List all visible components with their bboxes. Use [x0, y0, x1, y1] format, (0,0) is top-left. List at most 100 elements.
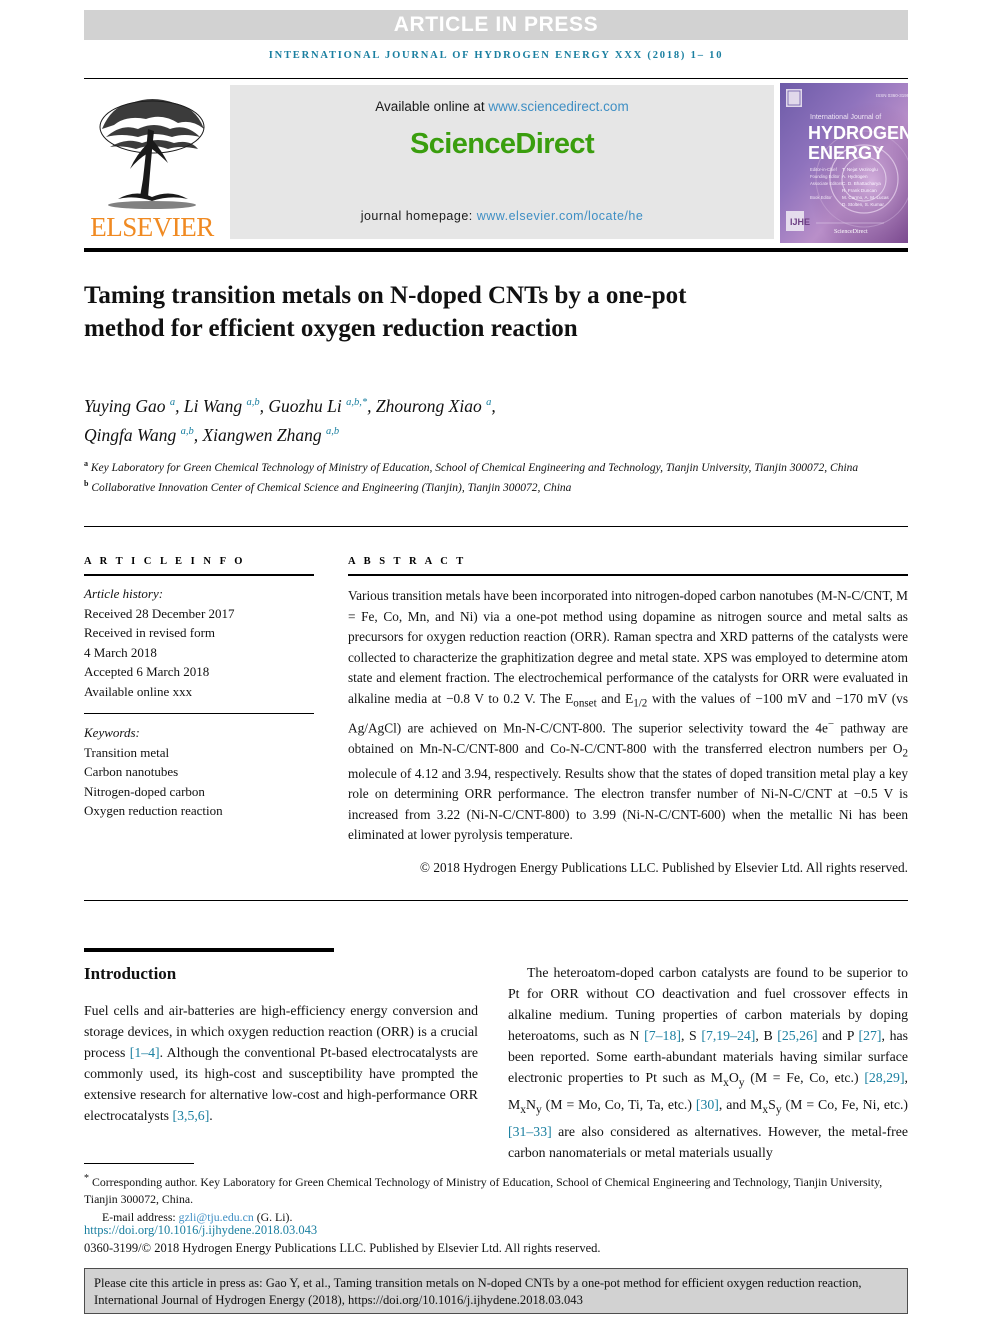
svg-text:Editor-in-Chief: Editor-in-Chief [810, 167, 838, 172]
introduction-column-left: Introduction Fuel cells and air-batterie… [84, 948, 478, 1140]
sciencedirect-panel: Available online at www.sciencedirect.co… [230, 85, 774, 239]
abstract-text: Various transition metals have been inco… [348, 588, 908, 843]
affiliations: a Key Laboratory for Green Chemical Tech… [84, 456, 864, 496]
author-yuying-gao[interactable]: Yuying Gao a [84, 396, 175, 416]
abstract-section-top-divider [84, 526, 908, 528]
abstract-section: A B S T R A C T Various transition metal… [348, 556, 908, 878]
svg-text:ENERGY: ENERGY [808, 143, 884, 163]
article-in-press-label: ARTICLE IN PRESS [393, 13, 599, 36]
article-in-press-banner: ARTICLE IN PRESS [84, 10, 908, 40]
article-info-section: A R T I C L E I N F O Article history: R… [84, 556, 314, 821]
svg-text:Founding Editor: Founding Editor [810, 174, 840, 179]
journal-homepage-label: journal homepage: [360, 209, 477, 223]
citation-ref[interactable]: [25,26] [777, 1028, 817, 1043]
introduction-paragraph-right: The heteroatom-doped carbon catalysts ar… [508, 965, 908, 1160]
affiliation-a: a Key Laboratory for Green Chemical Tech… [84, 456, 864, 476]
article-history-item: Received 28 December 2017 [84, 605, 235, 621]
citation-ref[interactable]: [31–33] [508, 1124, 552, 1139]
journal-cover-image: IJHE ISSN 0360-3199 International Journa… [780, 83, 908, 243]
journal-homepage-link[interactable]: www.elsevier.com/locate/he [477, 209, 644, 223]
author-zhourong-xiao[interactable]: Zhourong Xiao a [376, 396, 491, 416]
svg-text:A. Hydrogen: A. Hydrogen [842, 174, 868, 179]
affiliation-a-text: Key Laboratory for Green Chemical Techno… [90, 461, 859, 474]
svg-text:Associate Editors: Associate Editors [810, 181, 842, 186]
svg-text:C. D. Bhattacharya: C. D. Bhattacharya [842, 181, 881, 186]
citation-ref[interactable]: [3,5,6] [173, 1108, 210, 1123]
citation-ref[interactable]: [28,29] [864, 1070, 904, 1085]
abstract-copyright: © 2018 Hydrogen Energy Publications LLC.… [419, 859, 908, 875]
author-xiangwen-zhang[interactable]: Xiangwen Zhang a,b [202, 425, 339, 445]
author-guozhu-li[interactable]: Guozhu Li a,b,* [268, 396, 367, 416]
journal-running-head: INTERNATIONAL JOURNAL OF HYDROGEN ENERGY… [268, 50, 724, 61]
introduction-rule [84, 948, 334, 952]
article-history-item: Accepted 6 March 2018 [84, 664, 210, 679]
svg-text:International Journal of: International Journal of [810, 114, 881, 121]
masthead-divider [84, 248, 908, 252]
keywords-block: Keywords: Transition metal Carbon nanotu… [84, 723, 314, 821]
svg-text:D. Stolten, S. Kumar: D. Stolten, S. Kumar [842, 202, 884, 207]
svg-text:Book Editor: Book Editor [810, 195, 832, 200]
article-info-rule [84, 574, 314, 576]
available-online-line: Available online at www.sciencedirect.co… [375, 99, 628, 114]
affiliation-b-text: Collaborative Innovation Center of Chemi… [91, 481, 572, 494]
sciencedirect-url-link[interactable]: www.sciencedirect.com [488, 99, 628, 114]
citation-ref[interactable]: [27] [859, 1028, 882, 1043]
svg-text:ScienceDirect: ScienceDirect [834, 229, 868, 235]
svg-text:M. Carmo, A. M. Lucas: M. Carmo, A. M. Lucas [842, 195, 889, 200]
affiliation-a-marker: a [84, 459, 88, 468]
doi-link[interactable]: https://doi.org/10.1016/j.ijhydene.2018.… [84, 1223, 317, 1238]
article-history-label: Article history: [84, 586, 164, 601]
footnote-block: * Corresponding author. Key Laboratory f… [84, 1170, 908, 1226]
svg-text:ISSN 0360-3199: ISSN 0360-3199 [876, 93, 908, 98]
abstract-rule [348, 574, 908, 576]
article-info-heading: A R T I C L E I N F O [84, 556, 246, 567]
issn-copyright-line: 0360-3199/© 2018 Hydrogen Energy Publica… [84, 1241, 601, 1255]
elsevier-tree-icon [88, 93, 216, 213]
article-history-item: 4 March 2018 [84, 644, 157, 660]
cite-notice-text: Please cite this article in press as: Ga… [94, 1276, 862, 1307]
sciencedirect-wordmark: ScienceDirect [409, 128, 595, 160]
affiliation-b: b Collaborative Innovation Center of Che… [84, 476, 864, 496]
journal-cover: IJHE ISSN 0360-3199 International Journa… [780, 83, 908, 243]
email-link[interactable]: gzli@tju.edu.cn [179, 1210, 254, 1224]
citation-ref[interactable]: [1–4] [130, 1045, 160, 1060]
corresponding-author-note: * Corresponding author. Key Laboratory f… [84, 1170, 908, 1209]
journal-homepage-line: journal homepage: www.elsevier.com/locat… [230, 209, 774, 223]
footnote-divider [84, 1163, 194, 1165]
article-history-item: Available online xxx [84, 683, 193, 699]
introduction-column-right: The heteroatom-doped carbon catalysts ar… [508, 962, 908, 1176]
email-label: E-mail address: [102, 1209, 179, 1224]
journal-masthead: ELSEVIER Available online at www.science… [84, 78, 908, 244]
introduction-heading: Introduction [84, 964, 177, 983]
svg-text:R. Frank Duncan: R. Frank Duncan [842, 188, 877, 193]
keyword-item: Transition metal [84, 744, 170, 760]
citation-ref[interactable]: [30] [696, 1097, 719, 1112]
keyword-item: Oxygen reduction reaction [84, 803, 223, 819]
keywords-label: Keywords: [84, 725, 140, 741]
author-list: Yuying Gao a, Li Wang a,b, Guozhu Li a,b… [84, 395, 496, 445]
abstract-heading: A B S T R A C T [348, 556, 467, 567]
email-owner: (G. Li). [253, 1209, 293, 1224]
keyword-item: Nitrogen-doped carbon [84, 783, 205, 799]
available-online-label: Available online at [375, 99, 489, 114]
introduction-paragraph-left: Fuel cells and air-batteries are high-ef… [84, 1003, 478, 1123]
elsevier-wordmark: ELSEVIER [90, 212, 214, 242]
article-history-block: Article history: Received 28 December 20… [84, 584, 314, 701]
svg-text:HYDROGEN: HYDROGEN [808, 123, 908, 143]
cite-notice-box: Please cite this article in press as: Ga… [84, 1268, 908, 1314]
svg-text:T. Nejat Veziroglu: T. Nejat Veziroglu [842, 167, 878, 172]
author-li-wang[interactable]: Li Wang a,b [184, 396, 260, 416]
article-history-item: Received in revised form [84, 625, 216, 640]
abstract-bottom-divider [84, 900, 908, 902]
keywords-divider [84, 713, 314, 715]
affiliation-b-marker: b [84, 478, 89, 488]
keyword-item: Carbon nanotubes [84, 764, 179, 780]
svg-text:IJHE: IJHE [790, 217, 810, 227]
elsevier-logo: ELSEVIER [84, 83, 220, 243]
citation-ref[interactable]: [7–18] [644, 1028, 681, 1043]
corresponding-author-text: Corresponding author. Key Laboratory for… [84, 1174, 883, 1207]
citation-ref[interactable]: [7,19–24] [701, 1028, 755, 1043]
author-qingfa-wang[interactable]: Qingfa Wang a,b [84, 425, 194, 445]
journal-article-page: ARTICLE IN PRESS INTERNATIONAL JOURNAL O… [0, 0, 992, 1323]
page-title: Taming transition metals on N-doped CNTs… [84, 281, 687, 342]
